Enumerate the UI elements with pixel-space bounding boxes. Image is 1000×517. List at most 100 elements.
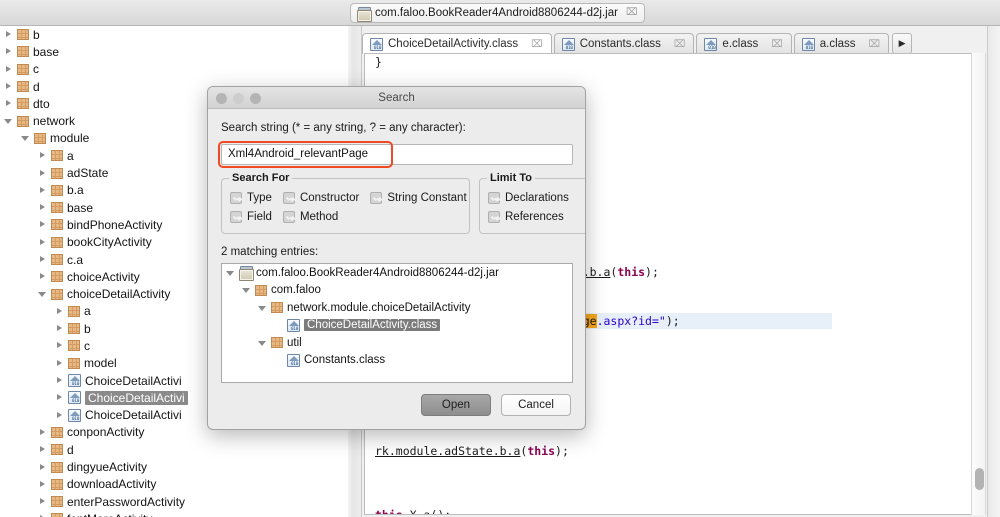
scrollbar-thumb[interactable] xyxy=(975,468,984,490)
sidebar-item-dingyueactivity[interactable]: dingyueActivity xyxy=(0,458,348,475)
sidebar-item-enterpasswordactivity[interactable]: enterPasswordActivity xyxy=(0,493,348,510)
close-button[interactable] xyxy=(216,93,227,104)
open-button[interactable]: Open xyxy=(421,394,491,416)
chevron-right-icon[interactable] xyxy=(38,255,47,264)
result-item[interactable]: util xyxy=(222,334,572,352)
search-for-title: Search For xyxy=(229,172,293,184)
code-token: this xyxy=(375,508,403,514)
search-input[interactable] xyxy=(221,143,573,165)
editor-tab-ChoiceDetailActivity-class[interactable]: ChoiceDetailActivity.class ⌧ xyxy=(362,33,552,54)
chevron-right-icon[interactable] xyxy=(38,203,47,212)
close-icon[interactable]: ⌧ xyxy=(531,39,543,50)
editor-tab-e-class[interactable]: e.class ⌧ xyxy=(696,33,792,54)
chevron-right-icon[interactable] xyxy=(55,359,64,368)
tree-item-label: dto xyxy=(33,96,50,111)
code-token: ); xyxy=(645,265,659,280)
chevron-right-icon[interactable] xyxy=(38,169,47,178)
result-item[interactable]: ChoiceDetailActivity.class xyxy=(222,317,572,335)
code-token: ); xyxy=(555,443,569,458)
minimize-button[interactable] xyxy=(233,93,244,104)
chevron-down-icon[interactable] xyxy=(38,290,47,299)
close-icon[interactable]: ⌧ xyxy=(674,39,686,50)
package-icon xyxy=(51,219,63,231)
chevron-right-icon[interactable] xyxy=(38,238,47,247)
chevron-right-icon[interactable] xyxy=(55,376,64,385)
chevron-right-icon[interactable] xyxy=(55,393,64,402)
editor-tab-label: Constants.class xyxy=(579,38,661,50)
chevron-right-icon[interactable] xyxy=(38,151,47,160)
window-tab-jar[interactable]: com.faloo.BookReader4Android8806244-d2j.… xyxy=(350,3,646,23)
class-icon xyxy=(68,408,82,422)
sidebar-item-b[interactable]: b xyxy=(0,26,348,43)
chevron-right-icon[interactable] xyxy=(38,186,47,195)
chevron-right-icon[interactable] xyxy=(55,341,64,350)
result-item[interactable]: com.faloo.BookReader4Android8806244-d2j.… xyxy=(222,264,572,282)
result-item[interactable]: com.faloo xyxy=(222,282,572,300)
checkbox-icon[interactable] xyxy=(230,191,242,204)
chevron-right-icon[interactable] xyxy=(55,324,64,333)
cancel-button[interactable]: Cancel xyxy=(501,394,571,416)
checkbox-references[interactable]: References xyxy=(488,210,564,223)
more-tabs-icon[interactable]: ▶ xyxy=(892,33,913,54)
sidebar-item-base[interactable]: base xyxy=(0,43,348,60)
chevron-right-icon[interactable] xyxy=(4,82,13,91)
close-icon[interactable]: ⌧ xyxy=(626,8,638,18)
result-item[interactable]: network.module.choiceDetailActivity xyxy=(222,299,572,317)
checkbox-method[interactable]: Method xyxy=(282,210,338,223)
chevron-down-icon[interactable] xyxy=(4,117,13,126)
search-results-tree[interactable]: com.faloo.BookReader4Android8806244-d2j.… xyxy=(221,263,573,383)
chevron-down-icon[interactable] xyxy=(258,303,267,312)
editor-vertical-scrollbar[interactable] xyxy=(971,53,986,515)
close-icon[interactable]: ⌧ xyxy=(771,39,783,50)
chevron-right-icon[interactable] xyxy=(38,497,47,506)
package-icon xyxy=(51,288,63,300)
checkbox-type[interactable]: Type xyxy=(230,191,272,204)
editor-tab-a-class[interactable]: a.class ⌧ xyxy=(793,33,890,54)
tree-item-label: c xyxy=(84,338,90,353)
chevron-right-icon[interactable] xyxy=(38,463,47,472)
checkbox-declarations[interactable]: Declarations xyxy=(488,191,569,204)
chevron-right-icon[interactable] xyxy=(4,65,13,74)
sidebar-item-downloadactivity[interactable]: downloadActivity xyxy=(0,476,348,493)
checkbox-icon[interactable] xyxy=(488,191,500,204)
chevron-right-icon[interactable] xyxy=(55,411,64,420)
chevron-down-icon[interactable] xyxy=(21,134,30,143)
chevron-right-icon[interactable] xyxy=(38,220,47,229)
checkbox-field[interactable]: Field xyxy=(230,210,272,223)
dialog-title: Search xyxy=(378,91,415,104)
checkbox-icon[interactable] xyxy=(488,210,500,223)
chevron-right-icon[interactable] xyxy=(38,445,47,454)
tree-item-label: fontMoreActivity xyxy=(67,512,152,517)
chevron-right-icon[interactable] xyxy=(4,99,13,108)
editor-tab-Constants-class[interactable]: Constants.class ⌧ xyxy=(553,33,695,54)
sidebar-item-c[interactable]: c xyxy=(0,61,348,78)
chevron-right-icon[interactable] xyxy=(55,307,64,316)
chevron-right-icon[interactable] xyxy=(38,480,47,489)
sidebar-item-fontmoreactivity[interactable]: fontMoreActivity xyxy=(0,510,348,517)
class-icon xyxy=(370,37,384,51)
sidebar-item-d[interactable]: d xyxy=(0,441,348,458)
class-icon xyxy=(801,37,816,51)
checkbox-string-constant[interactable]: String Constant xyxy=(370,191,467,204)
checkbox-icon[interactable] xyxy=(230,210,242,223)
chevron-right-icon[interactable] xyxy=(4,47,13,56)
chevron-right-icon[interactable] xyxy=(4,30,13,39)
chevron-down-icon[interactable] xyxy=(242,286,251,295)
checkbox-icon[interactable] xyxy=(282,210,295,223)
chevron-down-icon[interactable] xyxy=(226,268,235,277)
tree-item-label: c.a xyxy=(67,252,84,267)
checkbox-constructor[interactable]: Constructor xyxy=(282,191,359,204)
code-token: . xyxy=(417,508,424,514)
chevron-down-icon[interactable] xyxy=(258,338,267,347)
checkbox-icon[interactable] xyxy=(282,191,295,204)
result-item[interactable]: Constants.class xyxy=(222,352,572,370)
chevron-right-icon[interactable] xyxy=(38,272,47,281)
checkbox-icon[interactable] xyxy=(370,191,383,204)
package-icon xyxy=(51,202,63,214)
code-token: X xyxy=(410,508,417,514)
window-tab-label: com.faloo.BookReader4Android8806244-d2j.… xyxy=(375,7,618,19)
package-icon xyxy=(51,444,63,456)
close-icon[interactable]: ⌧ xyxy=(869,39,881,50)
chevron-right-icon[interactable] xyxy=(38,428,47,437)
maximize-button[interactable] xyxy=(250,93,261,104)
